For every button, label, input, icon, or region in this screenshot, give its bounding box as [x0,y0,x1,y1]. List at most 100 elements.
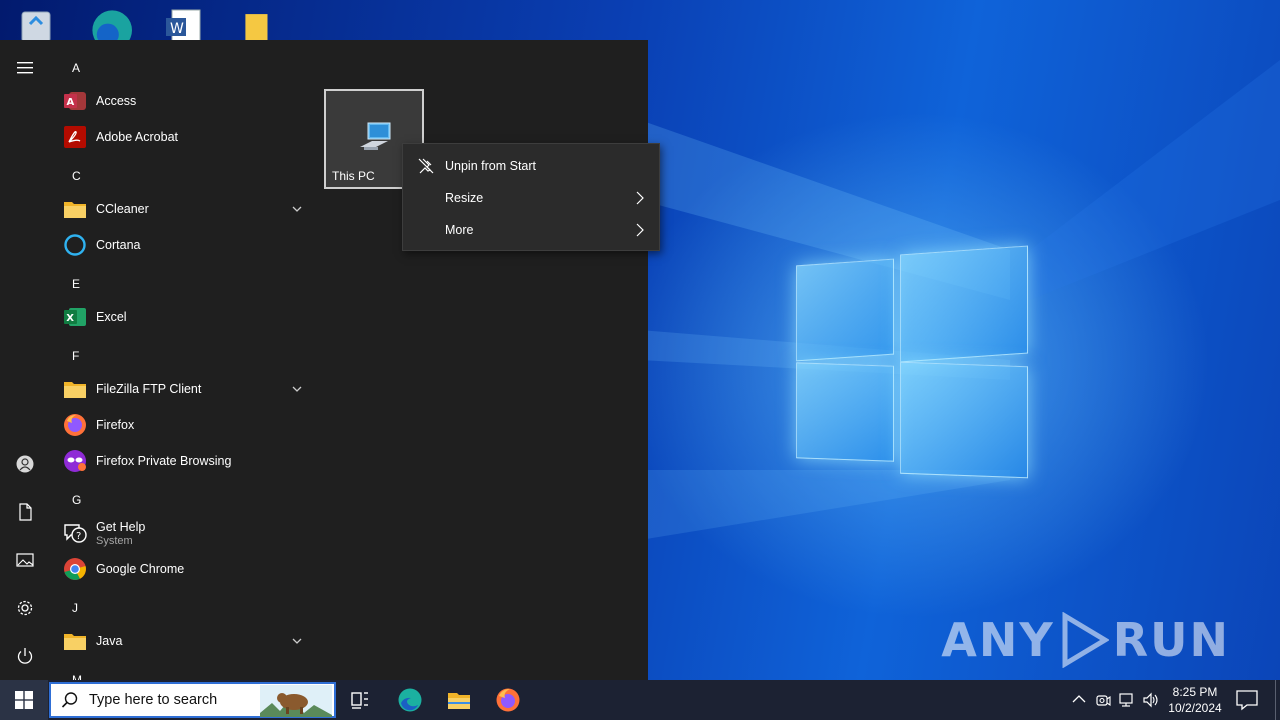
more-item[interactable]: More [403,214,659,246]
volume-icon[interactable] [1142,691,1160,709]
desktop-icons-row: W [0,0,300,42]
app-label: Firefox [96,418,135,432]
show-hidden-icons-chevron-icon[interactable] [1070,691,1088,709]
app-label: CCleaner [96,202,149,216]
firefox-taskbar-button[interactable] [484,680,532,720]
taskbar-clock[interactable]: 8:25 PM 10/2/2024 [1166,684,1224,716]
svg-text:?: ? [76,531,81,542]
app-label: Firefox Private Browsing [96,454,232,468]
app-item-excel[interactable]: X Excel [60,300,310,334]
folder-icon [62,196,88,222]
letter-header[interactable]: A [72,61,80,75]
app-label: Excel [96,310,127,324]
context-menu: Unpin from Start Resize More [402,143,660,251]
show-desktop-button[interactable] [1275,680,1280,720]
firefox-icon [496,688,520,712]
app-item-get-help[interactable]: ? Get Help System [60,516,310,550]
computer-icon [360,122,391,150]
menu-item-label: Unpin from Start [445,159,537,173]
app-item-access[interactable]: A Access [60,84,310,118]
windows-logo [796,242,1028,479]
power-icon[interactable] [13,644,37,668]
clock-date: 10/2/2024 [1168,701,1222,715]
menu-item-label: More [445,223,474,237]
acrobat-icon [62,124,88,150]
settings-gear-icon[interactable] [13,596,37,620]
firefox-icon [62,412,88,438]
app-label: Google Chrome [96,562,185,576]
play-icon [1062,612,1109,668]
app-item-java[interactable]: Java [60,624,310,658]
letter-header[interactable]: J [72,601,78,615]
letter-header[interactable]: E [72,277,80,291]
unpin-icon [418,158,434,174]
excel-icon: X [62,304,88,330]
get-help-icon: ? [62,520,88,546]
chevron-down-icon[interactable] [290,202,304,216]
recycle-bin-icon[interactable] [16,6,56,42]
folder-icon [62,628,88,654]
app-label: Adobe Acrobat [96,130,179,144]
documents-icon[interactable] [13,500,37,524]
search-input[interactable] [89,692,259,708]
start-button[interactable] [0,680,48,720]
windows-start-icon [15,691,33,709]
letter-header[interactable]: C [72,169,81,183]
task-view-button[interactable] [336,680,384,720]
cortana-icon [62,232,88,258]
file-explorer-icon [448,693,470,709]
user-account-icon[interactable] [13,452,37,476]
anyrun-watermark: ANY RUN [941,612,1230,668]
tile-label: This PC [332,169,375,183]
clock-time: 8:25 PM [1172,685,1218,699]
edge-icon [398,688,422,712]
app-item-cortana[interactable]: Cortana [60,228,310,262]
letter-header[interactable]: F [72,349,79,363]
word-document-icon[interactable]: W [164,6,204,42]
access-icon: A [62,88,88,114]
firefox-private-icon [62,448,88,474]
app-label: Get Help System [96,519,146,547]
folder-icon [62,376,88,402]
taskbar: 8:25 PM 10/2/2024 [0,680,1280,720]
taskbar-search-box[interactable] [49,682,336,718]
task-view-icon [351,692,368,709]
app-label: FileZilla FTP Client [96,382,202,396]
meet-now-icon[interactable] [1094,691,1112,709]
letter-header[interactable]: M [72,673,82,680]
app-item-adobe-acrobat[interactable]: Adobe Acrobat [60,120,310,154]
start-left-rail [0,40,50,680]
chevron-down-icon[interactable] [290,634,304,648]
letter-header[interactable]: G [72,493,81,507]
chevron-right-icon [636,223,644,237]
search-highlight-bear-icon [260,685,332,717]
app-item-ccleaner[interactable]: CCleaner [60,192,310,226]
app-item-filezilla[interactable]: FileZilla FTP Client [60,372,310,406]
resize-item[interactable]: Resize [403,182,659,214]
file-explorer-taskbar-button[interactable] [435,680,483,720]
pictures-icon[interactable] [13,548,37,572]
hamburger-menu-icon[interactable] [13,56,37,80]
svg-text:X: X [66,313,74,324]
app-item-firefox[interactable]: Firefox [60,408,310,442]
app-item-firefox-private[interactable]: Firefox Private Browsing [60,444,310,478]
folder-desktop-icon[interactable] [242,6,282,42]
app-item-google-chrome[interactable]: Google Chrome [60,552,310,586]
chevron-right-icon [636,191,644,205]
app-label: Java [96,634,123,648]
svg-text:W: W [170,21,184,37]
svg-text:A: A [67,97,75,108]
menu-item-label: Resize [445,191,484,205]
app-label: Access [96,94,137,108]
unpin-from-start-item[interactable]: Unpin from Start [403,150,659,182]
chevron-down-icon[interactable] [290,382,304,396]
start-menu: A A Access Adobe Acrobat C CCleaner Cort… [0,40,660,680]
edge-taskbar-button[interactable] [386,680,434,720]
app-label: Cortana [96,238,141,252]
chrome-icon [62,556,88,582]
edge-desktop-icon[interactable] [88,6,132,42]
network-icon[interactable] [1118,691,1136,709]
notification-center-icon[interactable] [1234,688,1260,712]
app-sublabel: System [96,534,133,547]
search-icon [61,692,78,708]
